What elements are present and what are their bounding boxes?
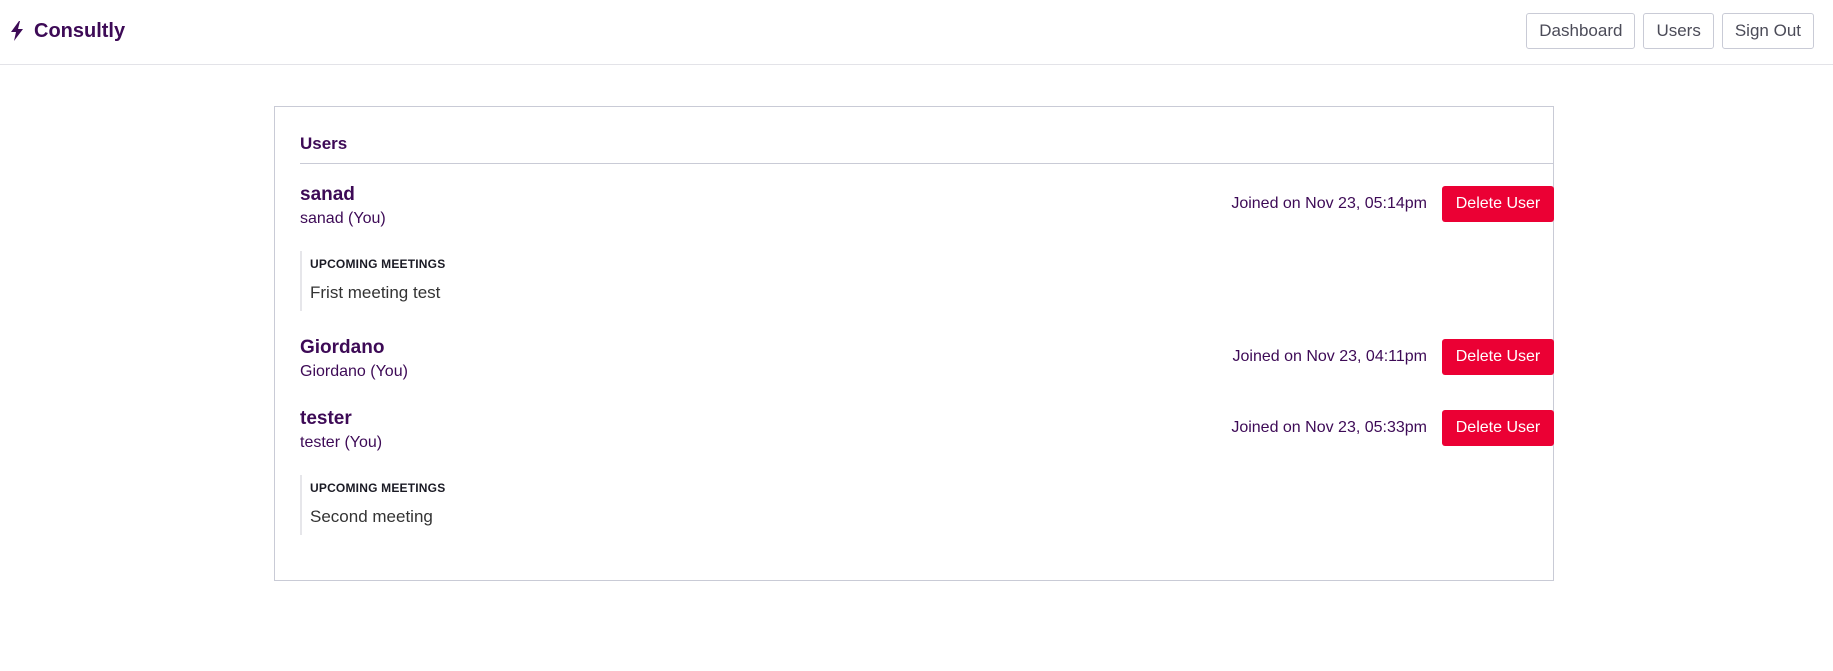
user-name: sanad bbox=[300, 184, 355, 205]
meetings-heading: UPCOMING MEETINGS bbox=[310, 257, 446, 271]
joined-date: Joined on Nov 23, 04:11pm bbox=[1232, 348, 1428, 365]
meeting-item: Second meeting bbox=[310, 507, 433, 526]
user-name: Giordano bbox=[300, 337, 385, 358]
meetings-heading: UPCOMING MEETINGS bbox=[310, 481, 446, 495]
user-name: tester bbox=[300, 408, 352, 429]
delete-user-button[interactable]: Delete User bbox=[1442, 339, 1554, 375]
brand-name: Consultly bbox=[34, 19, 126, 42]
meeting-item: Frist meeting test bbox=[310, 283, 441, 302]
joined-date: Joined on Nov 23, 05:33pm bbox=[1231, 419, 1427, 436]
users-button[interactable]: Users bbox=[1643, 13, 1714, 49]
user-username: Giordano (You) bbox=[300, 363, 408, 380]
dashboard-button[interactable]: Dashboard bbox=[1526, 13, 1636, 49]
upcoming-meetings: UPCOMING MEETINGS Frist meeting test bbox=[300, 251, 710, 311]
brand-logo[interactable]: Consultly bbox=[10, 18, 125, 44]
delete-user-button[interactable]: Delete User bbox=[1442, 186, 1554, 222]
user-username: sanad (You) bbox=[300, 210, 386, 227]
lightning-icon bbox=[10, 21, 24, 41]
card-title: Users bbox=[300, 134, 348, 153]
users-card: Users sanad sanad (You) Joined on Nov 23… bbox=[274, 106, 1554, 581]
joined-date: Joined on Nov 23, 05:14pm bbox=[1231, 195, 1427, 212]
divider bbox=[300, 163, 1554, 164]
delete-user-button[interactable]: Delete User bbox=[1442, 410, 1554, 446]
nav-buttons: Dashboard Users Sign Out bbox=[1526, 13, 1814, 49]
user-username: tester (You) bbox=[300, 434, 383, 451]
upcoming-meetings: UPCOMING MEETINGS Second meeting bbox=[300, 475, 710, 535]
sign-out-button[interactable]: Sign Out bbox=[1721, 13, 1814, 49]
top-navbar: Consultly Dashboard Users Sign Out bbox=[0, 0, 1833, 65]
